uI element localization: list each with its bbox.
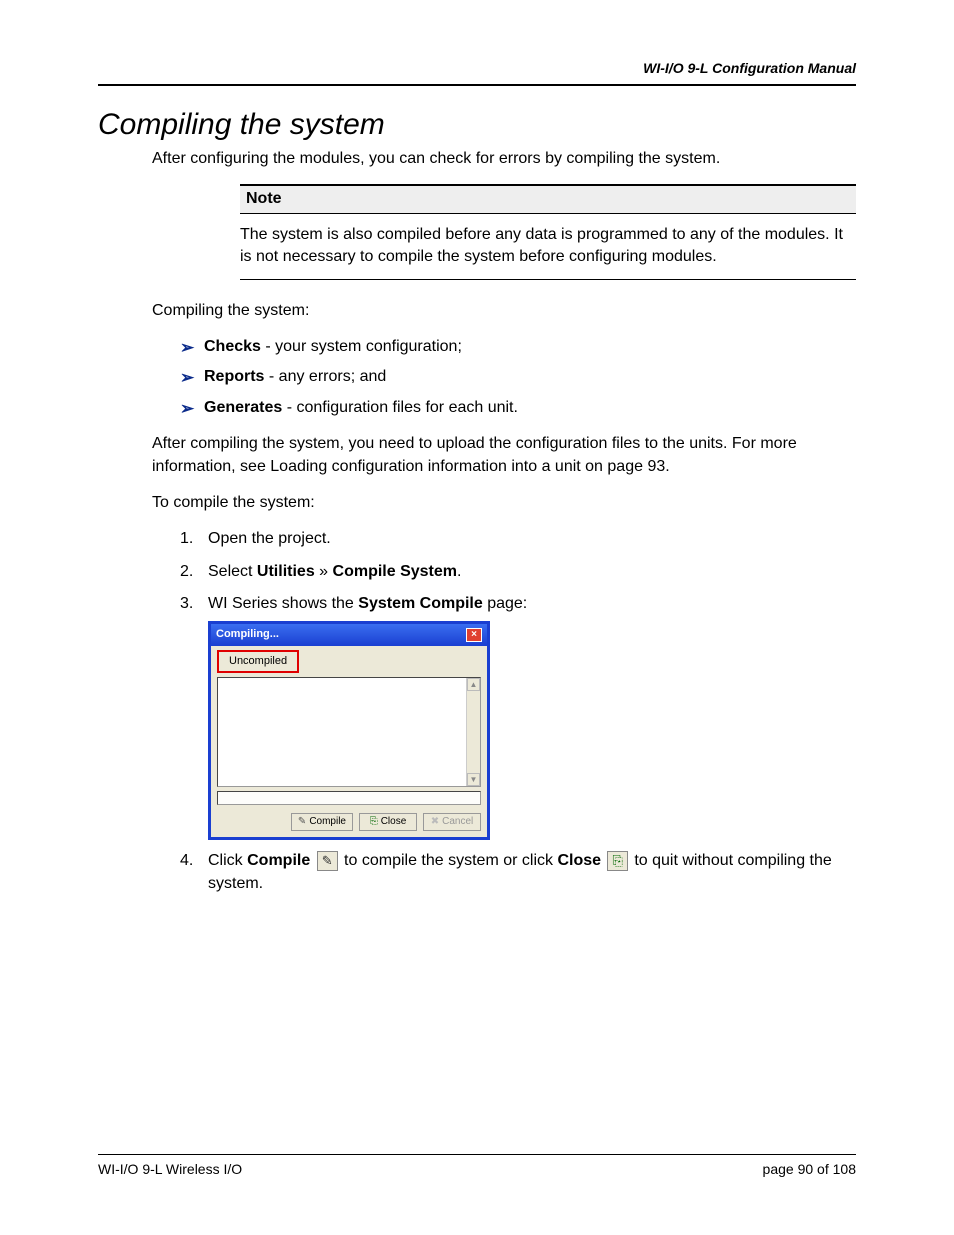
step-list: Open the project. Select Utilities » Com… <box>152 528 856 895</box>
footer-page-current: 90 <box>798 1161 814 1177</box>
button-label: Cancel <box>442 815 473 829</box>
close-icon[interactable]: × <box>466 628 482 642</box>
dialog-button-row: ✎ Compile ⎘ Close ✖ Cancel <box>211 811 487 837</box>
section-title: Compiling the system <box>98 108 856 142</box>
footer-right: page 90 of 108 <box>763 1161 856 1177</box>
header-rule <box>98 84 856 86</box>
page-content: WI-I/O 9-L Configuration Manual Compilin… <box>98 60 856 905</box>
bullet-reports: Reports - any errors; and <box>180 366 856 388</box>
compile-icon: ✎ <box>298 815 306 829</box>
para-compiling: Compiling the system: <box>152 300 856 322</box>
page-footer: WI-I/O 9-L Wireless I/O page 90 of 108 <box>98 1154 856 1177</box>
scroll-up-icon[interactable]: ▲ <box>467 678 480 691</box>
note-box: Note The system is also compiled before … <box>240 184 856 279</box>
progress-bar <box>217 791 481 805</box>
menu-compile-system: Compile System <box>333 563 457 580</box>
step-text: Click <box>208 852 247 869</box>
para-after: After compiling the system, you need to … <box>152 433 856 478</box>
dialog-title-text: Compiling... <box>216 627 279 642</box>
scrollbar[interactable]: ▲ ▼ <box>466 678 480 786</box>
button-label: Close <box>381 815 407 829</box>
step-text: page: <box>483 595 527 612</box>
page-header-right: WI-I/O 9-L Configuration Manual <box>98 60 856 76</box>
page-name: System Compile <box>358 595 482 612</box>
button-label: Compile <box>309 815 346 829</box>
footer-page-total: 108 <box>833 1161 856 1177</box>
bullet-rest: - any errors; and <box>264 368 386 385</box>
compile-status-badge: Uncompiled <box>217 650 299 673</box>
compile-log[interactable]: ▲ ▼ <box>217 677 481 787</box>
step-text: . <box>457 563 461 580</box>
note-body: The system is also compiled before any d… <box>240 214 856 280</box>
bullet-label: Reports <box>204 368 264 385</box>
step-text: » <box>315 563 333 580</box>
close-word: Close <box>557 852 601 869</box>
intro-text: After configuring the modules, you can c… <box>152 148 856 170</box>
bullet-checks: Checks - your system configuration; <box>180 336 856 358</box>
scroll-down-icon[interactable]: ▼ <box>467 773 480 786</box>
compile-word: Compile <box>247 852 310 869</box>
footer-page-label: page <box>763 1161 798 1177</box>
menu-utilities: Utilities <box>257 563 315 580</box>
bullet-label: Generates <box>204 399 282 416</box>
para-to-compile: To compile the system: <box>152 492 856 514</box>
step-1: Open the project. <box>180 528 856 550</box>
bullet-generates: Generates - configuration files for each… <box>180 397 856 419</box>
compile-dialog: Compiling... × Uncompiled ▲ ▼ <box>208 621 490 840</box>
step-text: Select <box>208 563 257 580</box>
dialog-titlebar[interactable]: Compiling... × <box>211 624 487 645</box>
footer-left: WI-I/O 9-L Wireless I/O <box>98 1161 242 1177</box>
bullet-list: Checks - your system configuration; Repo… <box>152 336 856 419</box>
bullet-rest: - your system configuration; <box>261 338 462 355</box>
bullet-label: Checks <box>204 338 261 355</box>
compile-icon[interactable]: ✎ <box>317 851 338 871</box>
cancel-button: ✖ Cancel <box>423 813 481 831</box>
step-text: WI Series shows the <box>208 595 358 612</box>
bullet-rest: - configuration files for each unit. <box>282 399 518 416</box>
step-text: to compile the system or click <box>344 852 557 869</box>
footer-page-of: of <box>813 1161 832 1177</box>
step-2: Select Utilities » Compile System. <box>180 561 856 583</box>
note-heading: Note <box>240 184 856 213</box>
footer-rule <box>98 1154 856 1155</box>
close-button[interactable]: ⎘ Close <box>359 813 417 831</box>
step-3: WI Series shows the System Compile page:… <box>180 593 856 840</box>
compile-button[interactable]: ✎ Compile <box>291 813 353 831</box>
door-icon[interactable]: ⎘ <box>607 851 627 871</box>
cancel-icon: ✖ <box>431 815 439 829</box>
step-4: Click Compile ✎ to compile the system or… <box>180 850 856 895</box>
door-icon: ⎘ <box>370 815 378 829</box>
